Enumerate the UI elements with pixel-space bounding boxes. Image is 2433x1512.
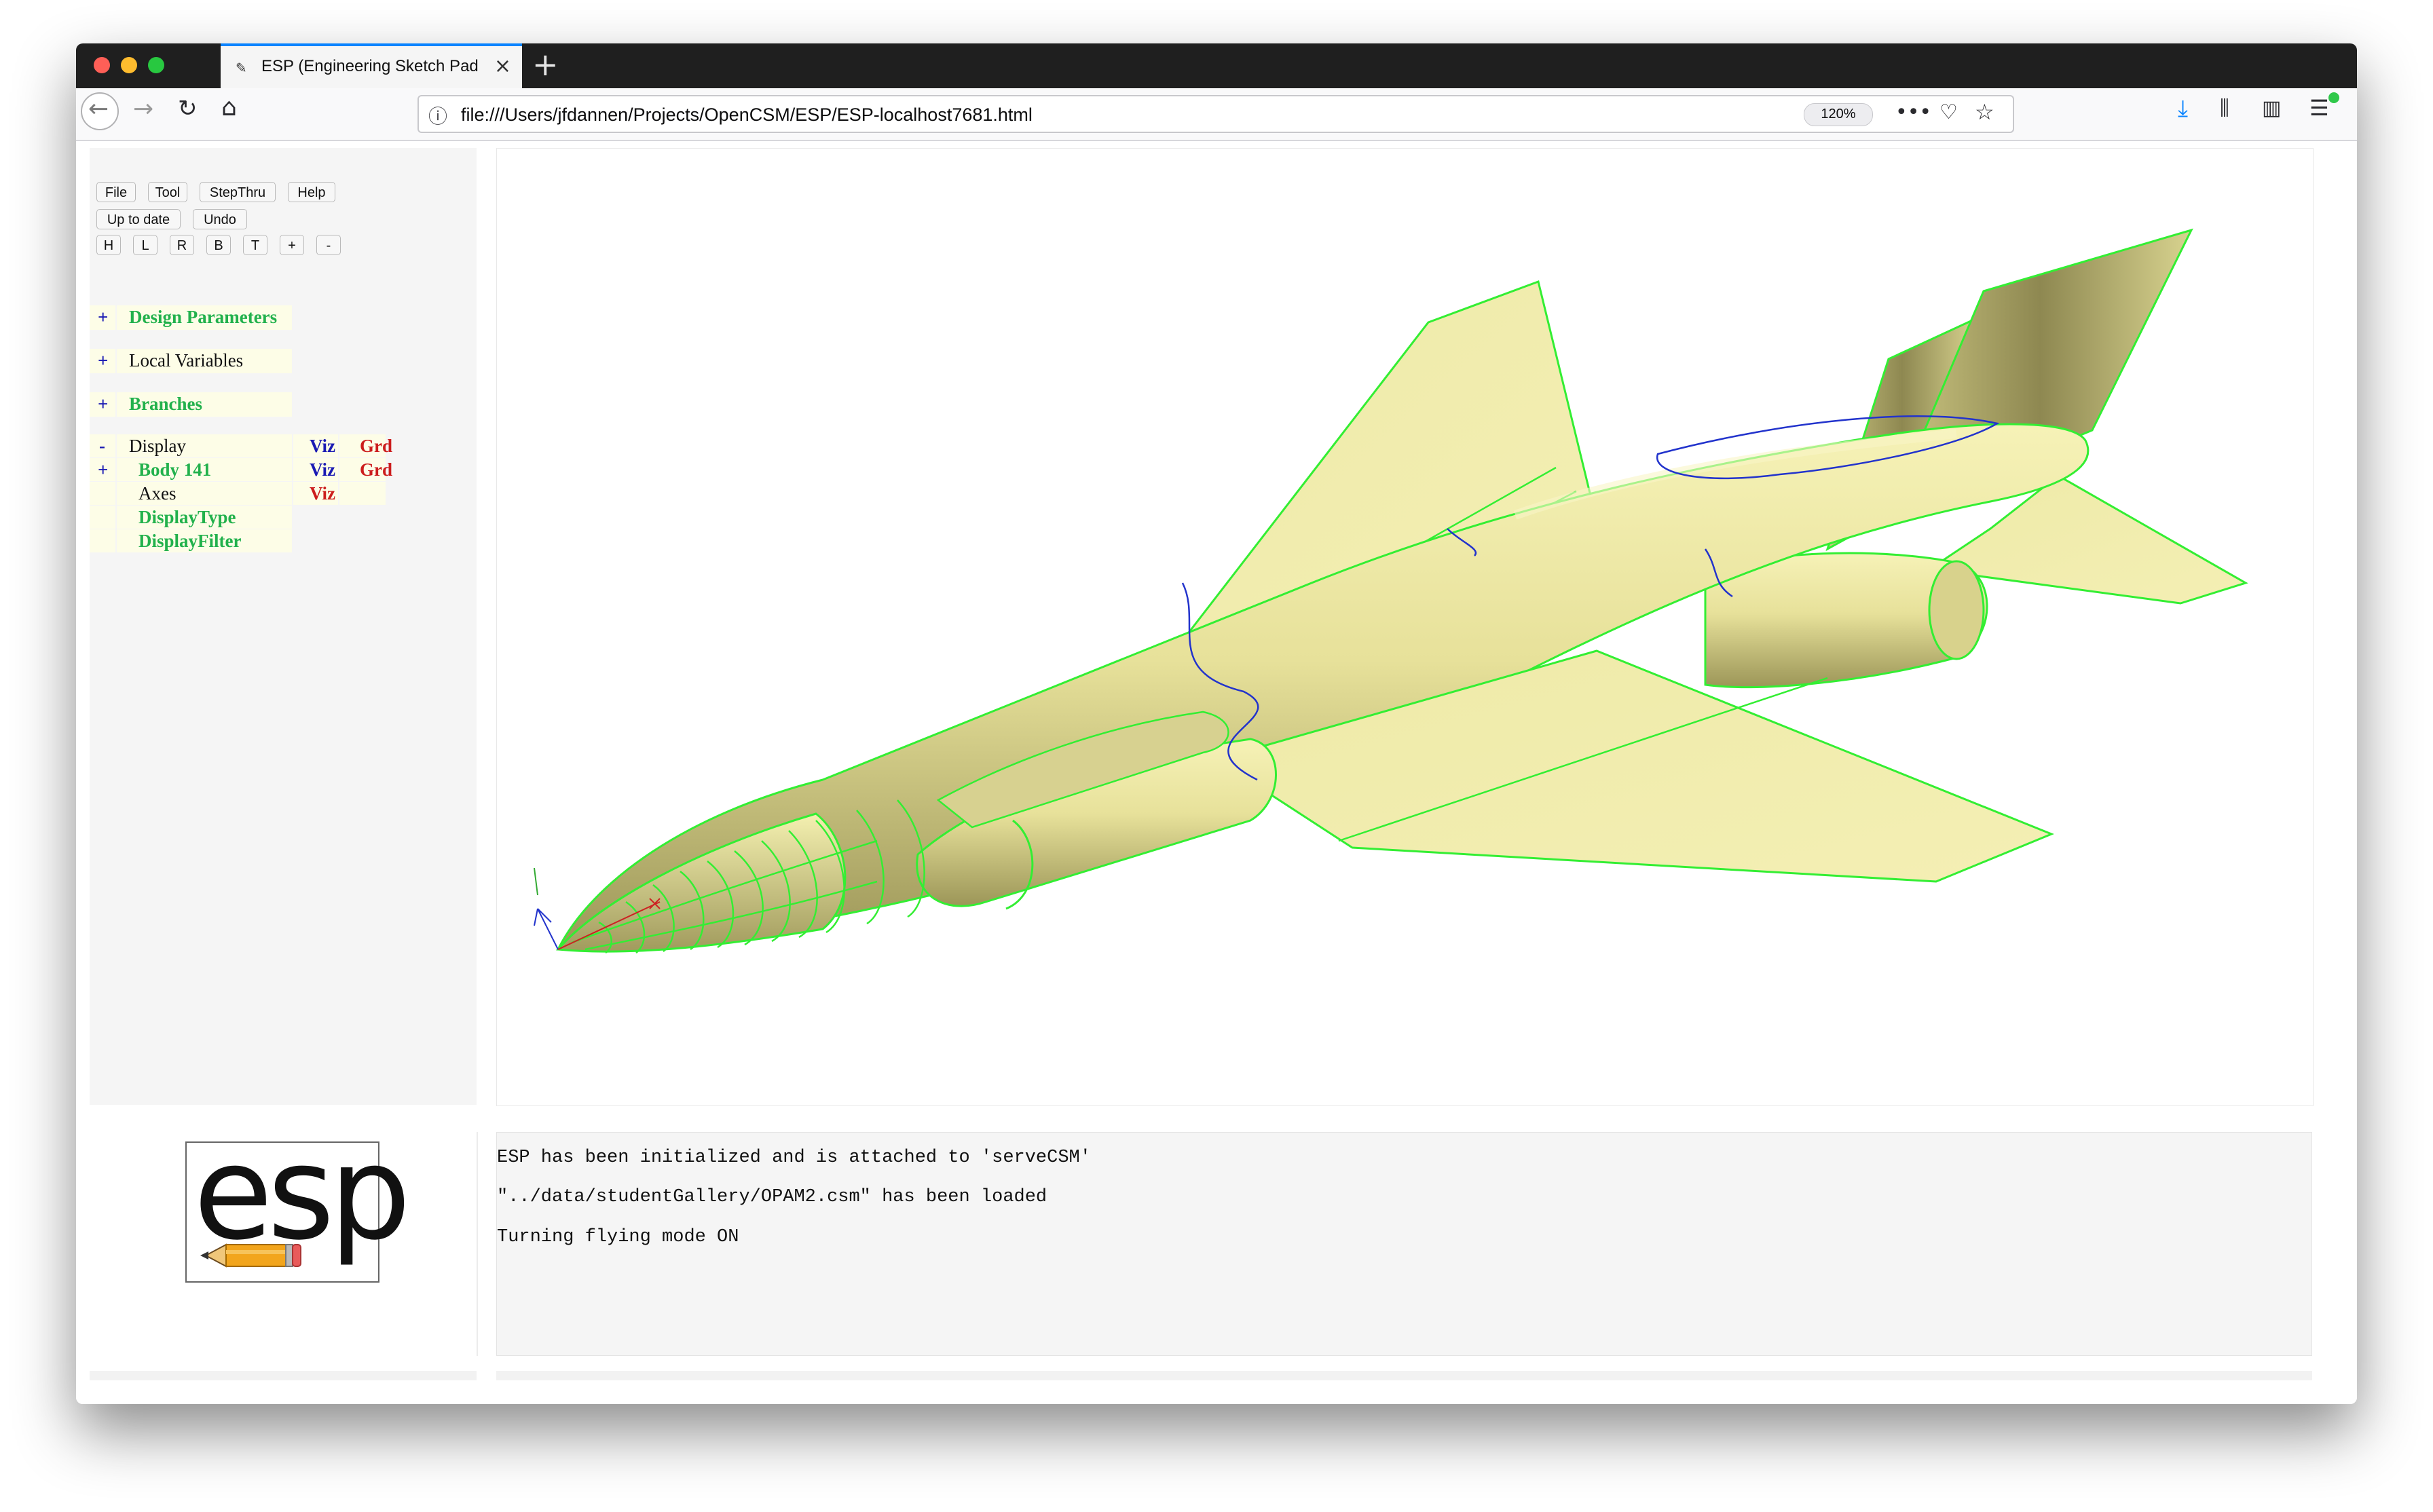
undo-button[interactable]: Undo — [193, 209, 247, 229]
message-line: Turning flying mode ON — [497, 1227, 739, 1247]
display-label: Display — [129, 436, 186, 456]
tool-menu-button[interactable]: Tool — [148, 182, 187, 202]
local-variables-toggle[interactable]: + — [98, 350, 108, 371]
bookmark-star-icon[interactable]: ☆ — [1975, 99, 1994, 125]
message-line: ESP has been initialized and is attached… — [497, 1148, 1091, 1168]
message-panel: ESP has been initialized and is attached… — [496, 1132, 2312, 1356]
right-footer-strip — [496, 1371, 2312, 1380]
close-window-button[interactable] — [94, 57, 110, 73]
logo-panel: esp — [90, 1118, 478, 1356]
display-viz-toggle[interactable]: Viz — [310, 436, 335, 457]
axes-label: Axes — [138, 483, 177, 504]
sidebar-icon[interactable]: ▥ — [2262, 96, 2281, 120]
close-tab-icon[interactable]: × — [494, 54, 511, 78]
update-badge-icon — [2328, 92, 2339, 103]
body-label[interactable]: Body 141 — [138, 459, 211, 480]
view-top-button[interactable]: T — [243, 235, 267, 255]
tab-title: ESP (Engineering Sketch Pad, V1 — [261, 57, 479, 75]
axes-viz-toggle[interactable]: Viz — [310, 483, 335, 504]
tab-esp[interactable]: ✎ ESP (Engineering Sketch Pad, V1 × — [221, 43, 522, 88]
view-home-button[interactable]: H — [96, 235, 121, 255]
zoom-window-button[interactable] — [148, 57, 164, 73]
esp-logo: esp — [185, 1118, 411, 1283]
model-tree: + Design Parameters + Local Variables + … — [90, 284, 477, 1098]
file-menu-button[interactable]: File — [96, 182, 136, 202]
download-icon[interactable]: ⤓ — [2178, 95, 2188, 122]
info-icon[interactable]: ⓘ — [428, 102, 447, 129]
body-toggle[interactable]: + — [98, 459, 108, 480]
branches-label[interactable]: Branches — [129, 394, 202, 415]
page-actions-icon[interactable]: ••• — [1895, 100, 1931, 124]
stepthru-menu-button[interactable]: StepThru — [200, 182, 276, 202]
url-bar[interactable]: ⓘ file:///Users/jfdannen/Projects/OpenCS… — [417, 95, 2014, 133]
left-footer-strip — [90, 1371, 477, 1380]
view-bottom-button[interactable]: B — [206, 235, 231, 255]
zoom-level-badge[interactable]: 120% — [1804, 103, 1873, 126]
aircraft-model[interactable] — [497, 149, 2313, 1105]
library-icon[interactable]: ⫼ — [2220, 96, 2229, 120]
reload-icon[interactable]: ↻ — [178, 95, 198, 122]
design-parameters-toggle[interactable]: + — [98, 307, 108, 328]
graphics-canvas[interactable] — [496, 148, 2314, 1106]
body-viz-toggle[interactable]: Viz — [310, 459, 335, 480]
zoom-out-button[interactable]: - — [316, 235, 341, 255]
message-line: "../data/studentGallery/OPAM2.csm" has b… — [497, 1187, 1047, 1207]
minimize-window-button[interactable] — [121, 57, 137, 73]
url-text[interactable]: file:///Users/jfdannen/Projects/OpenCSM/… — [461, 105, 1033, 126]
left-panel: File Tool StepThru Help Up to date Undo … — [90, 148, 477, 1105]
branches-toggle[interactable]: + — [98, 394, 108, 415]
body-grd-toggle[interactable]: Grd — [360, 459, 392, 480]
display-grd-toggle[interactable]: Grd — [360, 436, 392, 457]
design-parameters-label[interactable]: Design Parameters — [129, 307, 277, 328]
pencil-favicon-icon: ✎ — [236, 60, 247, 76]
up-to-date-button[interactable]: Up to date — [96, 209, 181, 229]
browser-window: ✎ ESP (Engineering Sketch Pad, V1 × + ← … — [76, 43, 2357, 1404]
local-variables-label[interactable]: Local Variables — [129, 350, 243, 371]
view-left-button[interactable]: L — [133, 235, 157, 255]
tab-strip: ✎ ESP (Engineering Sketch Pad, V1 × + — [76, 43, 2357, 88]
display-toggle[interactable]: - — [99, 436, 105, 457]
display-filter-label[interactable]: DisplayFilter — [138, 531, 241, 552]
display-type-label[interactable]: DisplayType — [138, 507, 236, 528]
page-content: File Tool StepThru Help Up to date Undo … — [76, 141, 2357, 1404]
zoom-in-button[interactable]: + — [280, 235, 304, 255]
pencil-icon — [200, 1243, 301, 1268]
help-menu-button[interactable]: Help — [288, 182, 335, 202]
menu-icon[interactable]: ☰ — [2309, 95, 2329, 121]
new-tab-icon[interactable]: + — [532, 46, 559, 83]
back-arrow-icon: ← — [88, 95, 109, 123]
pocket-icon[interactable]: ♡ — [1939, 100, 1958, 124]
home-icon[interactable]: ⌂ — [221, 94, 237, 121]
forward-arrow-icon[interactable]: → — [133, 95, 153, 123]
view-right-button[interactable]: R — [170, 235, 194, 255]
